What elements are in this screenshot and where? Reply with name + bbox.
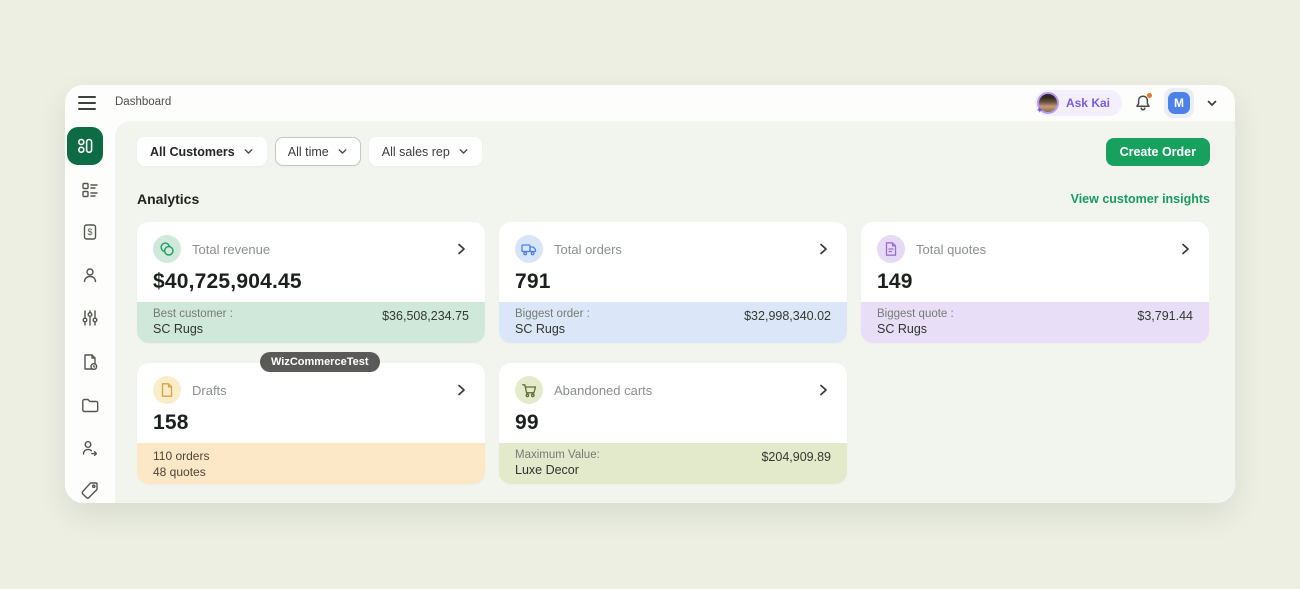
sales-rep-filter-dropdown[interactable]: All sales rep [369,137,482,166]
footer-name: 48 quotes [153,465,209,479]
footer-value: $36,508,234.75 [382,308,469,337]
card-value: 158 [137,404,485,435]
footer-label: Biggest order : [515,308,590,320]
document-icon [877,235,905,263]
chevron-down-icon[interactable] [1205,96,1219,110]
chevron-right-icon[interactable] [453,241,469,257]
sidebar-item-billing[interactable]: $ [65,220,115,244]
footer-label: 110 orders [153,449,209,463]
chevron-right-icon[interactable] [1177,241,1193,257]
card-footer: Biggest order : SC Rugs $32,998,340.02 [499,302,847,343]
card-value: $40,725,904.45 [137,263,485,294]
user-initial: M [1168,92,1190,114]
card-footer: Biggest quote : SC Rugs $3,791.44 [861,302,1209,343]
card-title: Total orders [554,242,622,257]
card-footer: Maximum Value: Luxe Decor $204,909.89 [499,443,847,484]
sidebar: $ [65,121,115,503]
footer-name: Luxe Decor [515,463,600,477]
chevron-down-icon [243,146,254,157]
view-customer-insights-link[interactable]: View customer insights [1071,192,1210,206]
menu-icon[interactable] [78,95,96,111]
time-filter-label: All time [288,145,329,159]
footer-name: SC Rugs [877,322,954,336]
tag-icon [80,480,100,500]
card-title: Drafts [192,383,227,398]
folder-icon [80,395,100,415]
card-footer: Best customer : SC Rugs $36,508,234.75 [137,302,485,343]
footer-label: Best customer : [153,308,233,320]
app-window: Dashboard ✦ Ask Kai M [65,85,1235,503]
ask-kai-button[interactable]: ✦ Ask Kai [1035,90,1122,116]
chevron-right-icon[interactable] [453,382,469,398]
sidebar-item-dashboard[interactable] [67,127,103,165]
total-revenue-card[interactable]: Total revenue $40,725,904.45 Best custom… [137,222,485,343]
svg-text:$: $ [87,227,92,237]
total-orders-card[interactable]: Total orders 791 Biggest order : SC Rugs… [499,222,847,343]
cart-icon [515,376,543,404]
card-title: Abandoned carts [554,383,652,398]
chevron-right-icon[interactable] [815,241,831,257]
sidebar-item-customers[interactable] [65,263,115,287]
document-clock-icon [80,352,100,372]
dashboard-icon [75,136,95,156]
ask-kai-label: Ask Kai [1066,96,1110,110]
chevron-right-icon[interactable] [815,382,831,398]
drafts-card[interactable]: Drafts 158 110 orders 48 quotes [137,363,485,484]
truck-icon [515,235,543,263]
footer-label: Biggest quote : [877,308,954,320]
sales-rep-filter-label: All sales rep [382,145,450,159]
invoice-dollar-icon: $ [80,222,100,242]
time-filter-dropdown[interactable]: All time [275,137,361,166]
chevron-down-icon [337,146,348,157]
customers-filter-label: All Customers [150,145,235,159]
card-value: 99 [499,404,847,435]
orders-list-icon [80,180,100,200]
create-order-button[interactable]: Create Order [1106,138,1210,166]
topbar: Dashboard ✦ Ask Kai M [65,85,1235,121]
customers-filter-dropdown[interactable]: All Customers [137,137,267,166]
chevron-down-icon [458,146,469,157]
footer-value: $3,791.44 [1137,308,1193,337]
sidebar-item-adjustments[interactable] [65,306,115,330]
card-value: 791 [499,263,847,294]
abandoned-carts-card[interactable]: Abandoned carts 99 Maximum Value: Luxe D… [499,363,847,484]
total-quotes-card[interactable]: Total quotes 149 Biggest quote : SC Rugs… [861,222,1209,343]
card-title: Total quotes [916,242,986,257]
person-arrow-icon [80,438,100,458]
main-content: All Customers All time All sales rep Cre… [115,121,1235,503]
ask-kai-avatar: ✦ [1037,92,1059,114]
footer-value: $32,998,340.02 [744,308,831,337]
sidebar-item-orders[interactable] [65,178,115,202]
wizcommerce-tooltip: WizCommerceTest [260,352,380,372]
notification-dot [1147,93,1152,98]
footer-name: SC Rugs [153,322,233,336]
card-value: 149 [861,263,1209,294]
sliders-icon [80,308,100,328]
notifications-bell-icon[interactable] [1133,93,1153,113]
sidebar-item-sales-reps[interactable] [65,436,115,460]
draft-icon [153,376,181,404]
person-icon [80,265,100,285]
analytics-heading: Analytics [137,191,199,207]
sidebar-item-tags[interactable] [65,478,115,502]
filter-bar: All Customers All time All sales rep [137,137,482,166]
footer-name: SC Rugs [515,322,590,336]
coins-icon [153,235,181,263]
footer-value: $204,909.89 [761,449,831,478]
sidebar-item-files[interactable] [65,393,115,417]
sparkle-icon: ✦ [1036,105,1044,116]
card-title: Total revenue [192,242,270,257]
footer-label: Maximum Value: [515,449,600,461]
page-title: Dashboard [115,96,171,108]
user-avatar[interactable]: M [1164,88,1194,118]
sidebar-item-quotes[interactable] [65,350,115,374]
topbar-actions: ✦ Ask Kai M [1035,90,1219,116]
card-footer: 110 orders 48 quotes [137,443,485,484]
